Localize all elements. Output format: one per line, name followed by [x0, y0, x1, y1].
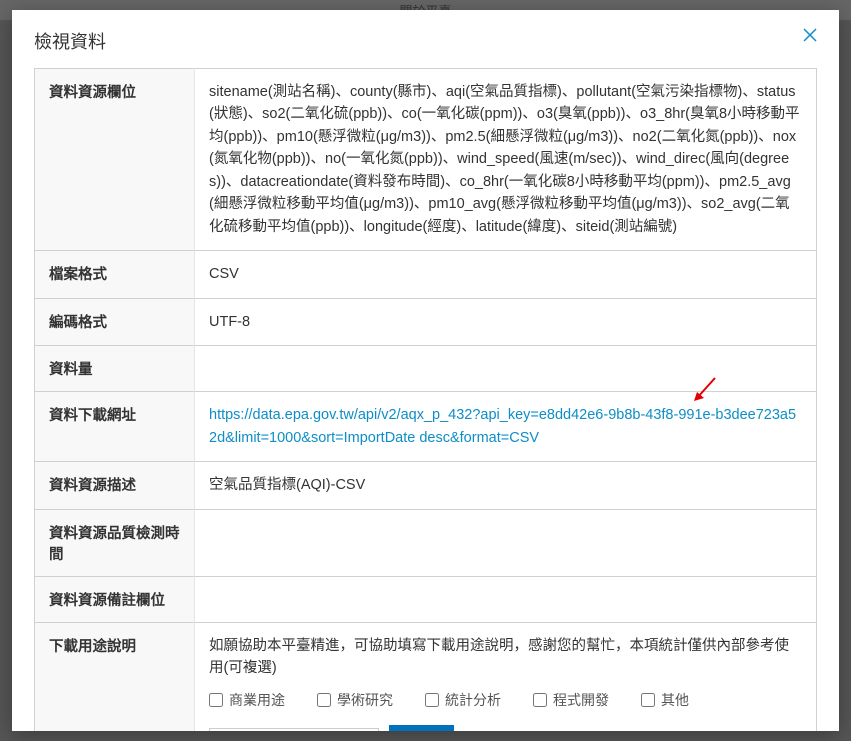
checkbox-business[interactable]: 商業用途 — [209, 690, 285, 712]
row-usage: 下載用途說明 如願協助本平臺精進，可協助填寫下載用途說明，感謝您的幫忙，本項統計… — [35, 622, 817, 731]
label-encoding: 編碼格式 — [35, 298, 195, 345]
value-encoding: UTF-8 — [195, 298, 817, 345]
label-format: 檔案格式 — [35, 251, 195, 298]
value-quality-time — [195, 509, 817, 576]
checkbox-academic-input[interactable] — [317, 693, 331, 707]
label-url: 資料下載網址 — [35, 392, 195, 462]
row-desc: 資料資源描述 空氣品質指標(AQI)-CSV — [35, 462, 817, 509]
value-amount — [195, 346, 817, 392]
usage-description: 如願協助本平臺精進，可協助填寫下載用途說明，感謝您的幫忙，本項統計僅供內部參考使… — [209, 635, 802, 680]
data-table: 資料資源欄位 sitename(測站名稱)、county(縣市)、aqi(空氣品… — [34, 68, 817, 731]
checkbox-other[interactable]: 其他 — [641, 690, 689, 712]
submit-button[interactable]: 送出 — [389, 725, 454, 731]
label-fields: 資料資源欄位 — [35, 69, 195, 251]
usage-input[interactable] — [209, 728, 379, 731]
row-remarks: 資料資源備註欄位 — [35, 576, 817, 622]
input-row: 送出 — [209, 725, 802, 731]
label-desc: 資料資源描述 — [35, 462, 195, 509]
checkbox-row: 商業用途 學術研究 統計分析 程式開發 — [209, 690, 802, 712]
checkbox-academic[interactable]: 學術研究 — [317, 690, 393, 712]
value-remarks — [195, 576, 817, 622]
checkbox-dev[interactable]: 程式開發 — [533, 690, 609, 712]
checkbox-business-label: 商業用途 — [229, 690, 285, 712]
checkbox-stats-input[interactable] — [425, 693, 439, 707]
value-fields: sitename(測站名稱)、county(縣市)、aqi(空氣品質指標)、po… — [195, 69, 817, 251]
label-amount: 資料量 — [35, 346, 195, 392]
label-usage: 下載用途說明 — [35, 622, 195, 731]
close-icon — [803, 28, 817, 42]
row-format: 檔案格式 CSV — [35, 251, 817, 298]
row-url: 資料下載網址 https://data.epa.gov.tw/api/v2/aq… — [35, 392, 817, 462]
row-encoding: 編碼格式 UTF-8 — [35, 298, 817, 345]
row-fields: 資料資源欄位 sitename(測站名稱)、county(縣市)、aqi(空氣品… — [35, 69, 817, 251]
checkbox-dev-input[interactable] — [533, 693, 547, 707]
value-format: CSV — [195, 251, 817, 298]
modal-header: 檢視資料 — [12, 10, 839, 68]
checkbox-other-label: 其他 — [661, 690, 689, 712]
download-url-link[interactable]: https://data.epa.gov.tw/api/v2/aqx_p_432… — [209, 407, 796, 445]
view-data-modal: 檢視資料 資料資源欄位 sitename(測站名稱)、county(縣市)、aq… — [12, 10, 839, 731]
close-button[interactable] — [803, 28, 817, 46]
checkbox-stats-label: 統計分析 — [445, 690, 501, 712]
row-quality-time: 資料資源品質檢測時間 — [35, 509, 817, 576]
checkbox-academic-label: 學術研究 — [337, 690, 393, 712]
modal-body: 資料資源欄位 sitename(測站名稱)、county(縣市)、aqi(空氣品… — [12, 68, 839, 731]
checkbox-stats[interactable]: 統計分析 — [425, 690, 501, 712]
checkbox-other-input[interactable] — [641, 693, 655, 707]
row-amount: 資料量 — [35, 346, 817, 392]
checkbox-dev-label: 程式開發 — [553, 690, 609, 712]
value-usage: 如願協助本平臺精進，可協助填寫下載用途說明，感謝您的幫忙，本項統計僅供內部參考使… — [195, 622, 817, 731]
checkbox-business-input[interactable] — [209, 693, 223, 707]
label-remarks: 資料資源備註欄位 — [35, 576, 195, 622]
label-quality-time: 資料資源品質檢測時間 — [35, 509, 195, 576]
modal-title: 檢視資料 — [34, 28, 106, 54]
value-desc: 空氣品質指標(AQI)-CSV — [195, 462, 817, 509]
